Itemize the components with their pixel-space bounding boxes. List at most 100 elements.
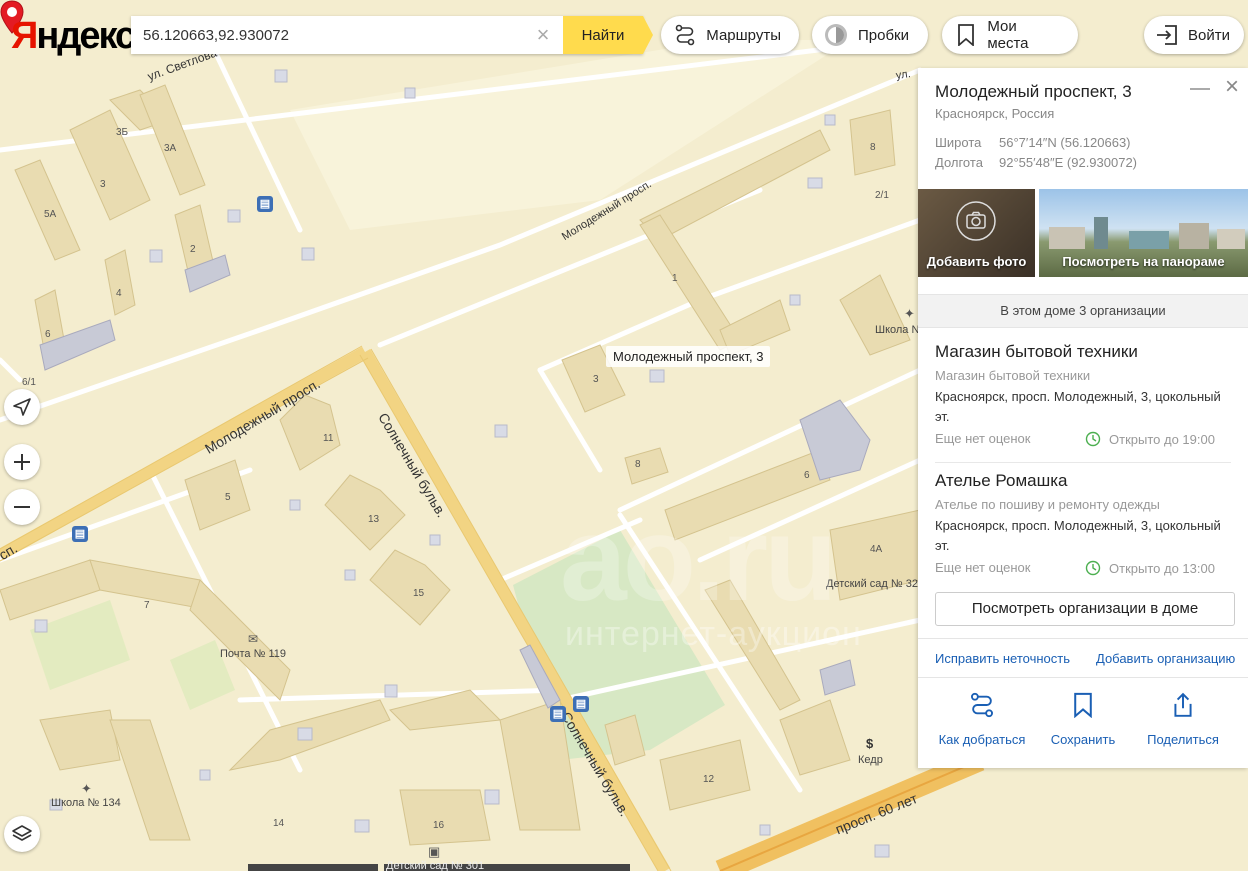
house-number: 5 [225,492,231,503]
place-title: Молодежный проспект, 3 [935,82,1132,101]
house-number: 2 [190,244,196,255]
view-orgs-button[interactable]: Посмотреть организации в доме [935,592,1235,626]
clock-icon [1085,560,1101,576]
poi-school-134-label[interactable]: Школа № 134 [51,797,121,809]
panorama-tile[interactable]: Посмотреть на панораме [1039,189,1248,277]
share-icon [1174,692,1192,717]
org-name[interactable]: Ателье Ромашка [935,471,1235,491]
share-action-label: Поделиться [1147,732,1219,747]
route-action-label: Как добраться [938,732,1026,747]
org-separator [935,462,1231,463]
latitude-label: Широта [935,135,982,150]
orgs-count-header: В этом доме 3 организации [918,294,1248,328]
house-number: 16 [433,820,445,831]
street-label-ul: ул. [895,68,912,82]
zoom-out-button[interactable] [4,489,40,525]
org-address: Красноярск, просп. Молодежный, 3, цоколь… [935,389,1221,424]
org-card[interactable]: Магазин бытовой техники Магазин бытовой … [935,342,1235,451]
layers-icon [12,825,32,841]
layers-button[interactable] [4,816,40,852]
house-number: 3А [164,143,177,154]
poi-kindergarten-32-label[interactable]: Детский сад № 32 [826,578,918,590]
bus-stop-icon[interactable]: ▤ [573,696,589,712]
org-hours: Открыто до 19:00 [1085,431,1215,447]
house-number: 5А [44,209,57,220]
house-number: 11 [323,433,334,444]
bus-stop-icon[interactable]: ▤ [257,196,273,212]
traffic-label: Пробки [858,26,909,44]
poi-post-label[interactable]: Почта № 119 [220,648,286,660]
house-number: 13 [368,514,380,525]
geolocation-button[interactable] [4,389,40,425]
login-button[interactable]: Войти [1144,16,1244,54]
search-input[interactable] [131,16,563,54]
org-category: Ателье по пошиву и ремонту одежды [935,497,1160,512]
house-number: 15 [413,588,425,599]
traffic-icon [824,23,848,47]
house-number: 6 [45,329,51,340]
org-category: Магазин бытовой техники [935,368,1091,383]
house-number: 4 [116,288,122,299]
add-photo-tile[interactable]: Добавить фото [918,189,1035,277]
mail-icon[interactable]: ✉ [248,632,258,646]
latitude-value: 56°7′14″N (56.120663) [999,135,1131,150]
panorama-preview-image [1049,217,1245,249]
place-card: Молодежный проспект, 3 Красноярск, Росси… [918,68,1248,768]
house-number: 6 [804,470,810,481]
route-icon [673,23,696,47]
poi-school-label[interactable]: Школа N [875,324,919,336]
house-number: 3 [100,179,106,190]
shop-icon[interactable]: $ [866,736,873,751]
house-number: 12 [703,774,715,785]
traffic-button[interactable]: Пробки [812,16,928,54]
add-org-link[interactable]: Добавить организацию [1096,651,1235,666]
yandex-logo[interactable]: Яндекс [11,16,136,56]
poi-kedr-label[interactable]: Кедр [858,754,883,766]
feedback-links: Исправить неточность Добавить организаци… [918,638,1248,678]
watermark-logo: ao.ru [560,492,837,626]
bus-stop-icon[interactable]: ▤ [550,706,566,722]
marker-label[interactable]: Молодежный проспект, 3 [606,346,771,367]
org-name[interactable]: Магазин бытовой техники [935,342,1235,362]
bottom-panel-strip [248,864,378,871]
org-hours: Открыто до 13:00 [1085,560,1215,576]
route-action[interactable]: Как добраться [932,688,1032,747]
kindergarten-icon[interactable]: ▣ [428,844,440,860]
navigation-arrow-icon [13,398,31,416]
fix-error-link[interactable]: Исправить неточность [935,651,1070,666]
route-icon [971,692,993,718]
bookmark-icon [1074,692,1092,718]
close-icon[interactable]: × [1222,75,1242,99]
search-button[interactable]: Найти [563,16,653,54]
house-number: 8 [635,459,641,470]
my-places-label: Мои места [987,18,1029,52]
save-action[interactable]: Сохранить [1033,688,1133,747]
school-icon[interactable]: ✦ [904,306,915,322]
org-footer: Еще нет оценок Открыто до 19:00 [935,431,1235,451]
my-places-button[interactable]: Мои места [942,16,1078,54]
share-action[interactable]: Поделиться [1133,688,1233,747]
plus-icon [14,454,30,470]
bookmark-icon [954,23,977,47]
org-rating: Еще нет оценок [935,560,1031,575]
clock-icon [1085,431,1101,447]
bus-stop-icon[interactable]: ▤ [72,526,88,542]
login-label: Войти [1188,26,1230,44]
house-number: 6/1 [22,377,36,388]
zoom-in-button[interactable] [4,444,40,480]
minimize-icon[interactable] [1190,88,1210,90]
minus-icon [14,506,30,508]
school-icon[interactable]: ✦ [81,781,92,797]
longitude-label: Долгота [935,155,983,170]
house-number: 8 [870,142,876,153]
search-bar: × Найти [131,16,653,54]
poi-kindergarten-301-label[interactable]: Детский сад № 301 [386,860,484,871]
watermark-text: интернет-аукцион [565,615,862,653]
org-address: Красноярск, просп. Молодежный, 3, цоколь… [935,518,1221,553]
clear-icon[interactable]: × [533,24,553,46]
longitude-row: Долгота 92°55′48″E (92.930072) [935,155,1137,170]
routes-label: Маршруты [706,26,781,44]
routes-button[interactable]: Маршруты [661,16,799,54]
org-card[interactable]: Ателье Ромашка Ателье по пошиву и ремонт… [935,471,1235,580]
login-icon [1156,23,1178,47]
